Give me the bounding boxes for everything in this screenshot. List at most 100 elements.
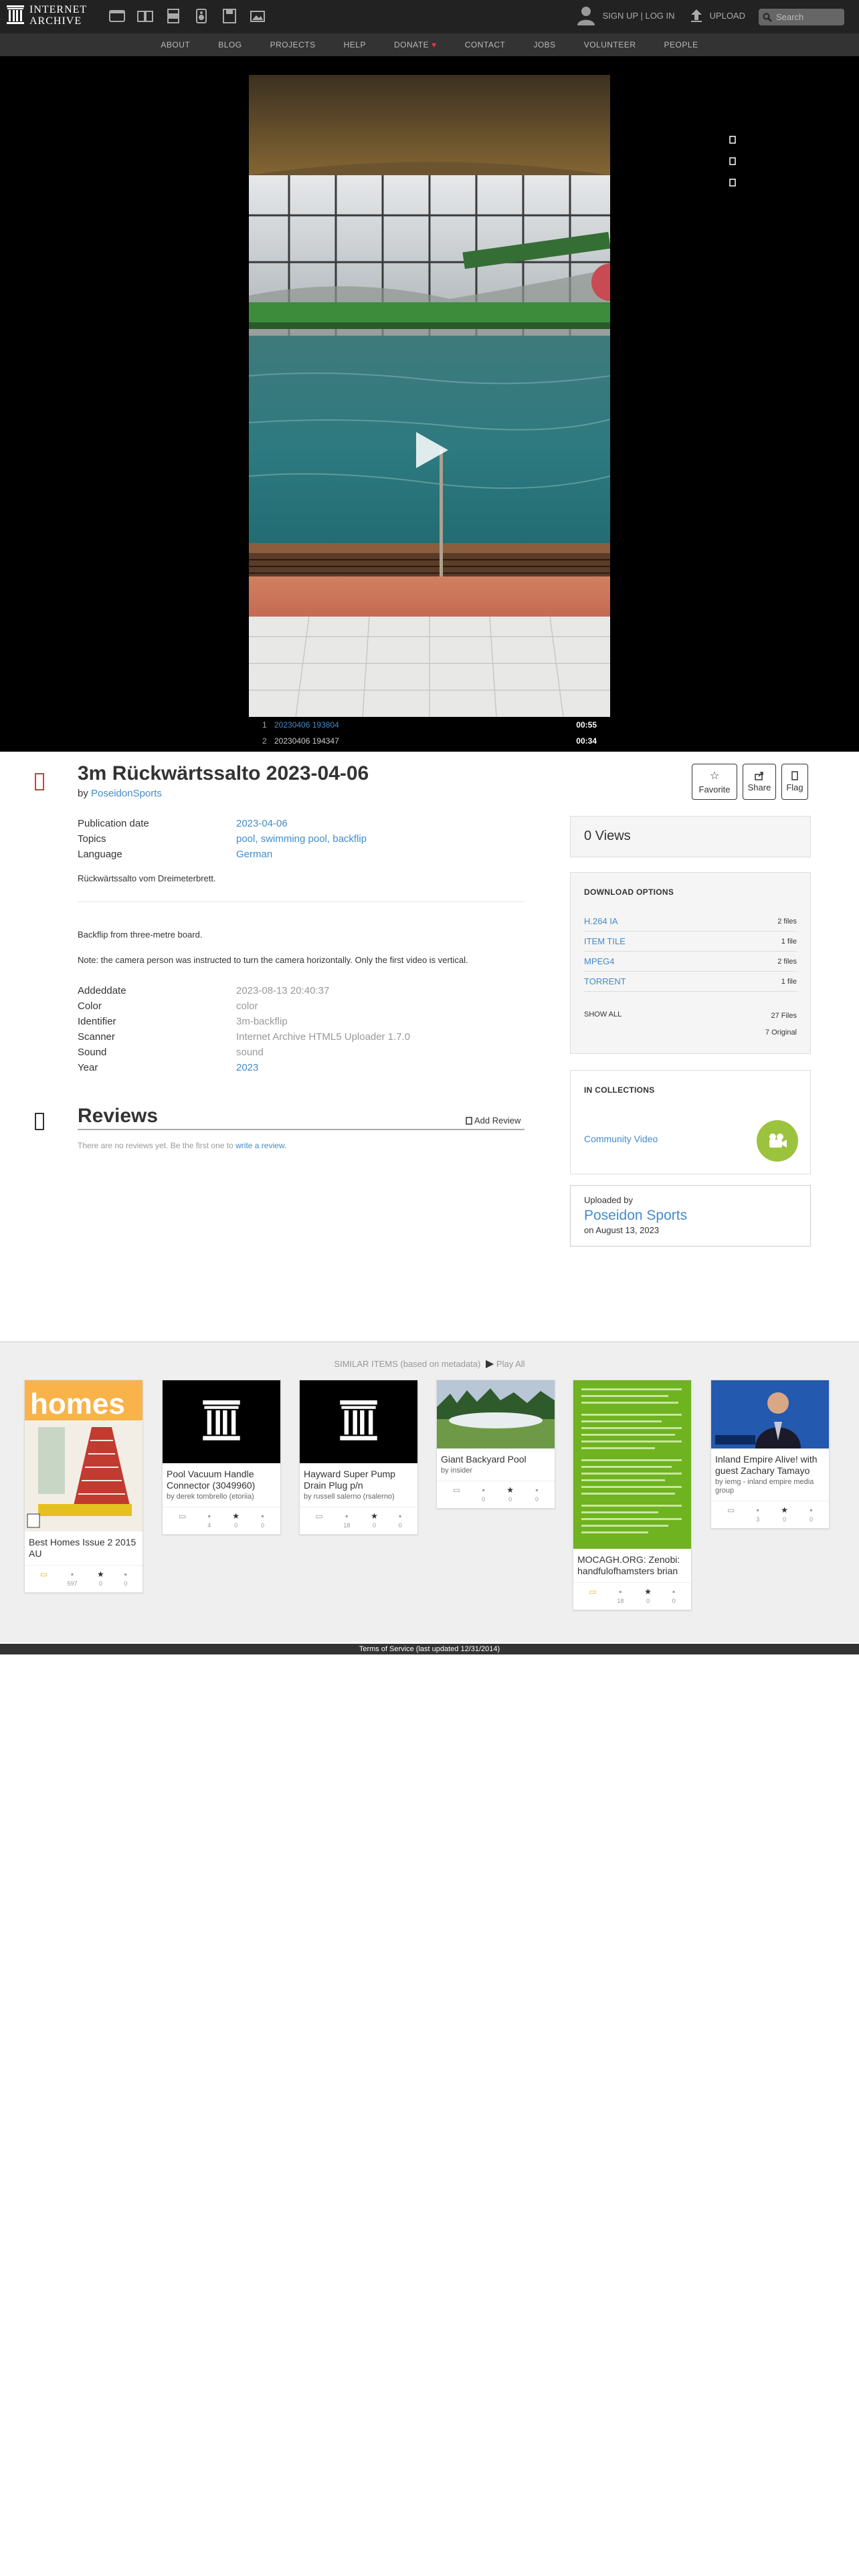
similar-tile[interactable]: Inland Empire Alive! with guest Zachary …	[710, 1380, 830, 1529]
metadata-row: Color color	[78, 998, 526, 1014]
playlist-number: 2	[262, 736, 267, 746]
nav-donate[interactable]: DONATE ♥	[394, 40, 437, 49]
video-theater: 1 20230406 193804 00:55 2 20230406 19434…	[0, 56, 859, 752]
tile-title[interactable]: Best Homes Issue 2 2015 AU	[25, 1531, 142, 1560]
upload-link[interactable]: UPLOAD	[710, 11, 745, 21]
topics-link[interactable]: pool, swimming pool, backflip	[236, 833, 367, 845]
tile-title[interactable]: Inland Empire Alive! with guest Zachary …	[711, 1448, 829, 1477]
community-video-link[interactable]: Community Video	[584, 1134, 658, 1144]
tile-title[interactable]: Hayward Super Pump Drain Plug p/n	[300, 1463, 417, 1491]
metadata-row: Language German	[78, 847, 526, 862]
tile-creator: by insider	[441, 1467, 473, 1475]
stat-reviews: 0	[260, 1522, 264, 1529]
web-icon[interactable]	[108, 7, 126, 25]
audio-icon[interactable]	[728, 135, 737, 144]
download-h264-link[interactable]: H.264 IA	[584, 916, 618, 926]
search-icon[interactable]	[763, 13, 772, 22]
add-review-button[interactable]: Add Review	[466, 1115, 520, 1125]
archive-placeholder-image	[300, 1380, 417, 1463]
pencil-icon	[466, 1116, 472, 1125]
play-button[interactable]	[416, 432, 448, 468]
nav-contact[interactable]: CONTACT	[465, 40, 506, 49]
playlist-title[interactable]: 20230406 194347	[274, 736, 576, 746]
views-icon: ▪	[482, 1485, 485, 1495]
signup-login-link[interactable]: SIGN UP | LOG IN	[603, 11, 675, 21]
community-video-badge[interactable]	[757, 1120, 798, 1162]
magazine-cover-image: homes	[25, 1380, 142, 1531]
document-icon[interactable]	[728, 156, 737, 166]
similar-tile[interactable]: homes Best Homes Issue 2 2015 AU ▭ ▪ 597 …	[24, 1380, 143, 1593]
creator-link[interactable]: PoseidonSports	[91, 788, 162, 799]
tile-title[interactable]: Giant Backyard Pool	[437, 1448, 555, 1465]
favorite-button[interactable]: ☆ Favorite	[692, 764, 737, 800]
reviews-icon: ▪	[672, 1587, 676, 1596]
uploader-name-link[interactable]: Poseidon Sports	[584, 1208, 797, 1224]
similar-tile[interactable]: Hayward Super Pump Drain Plug p/n by rus…	[299, 1380, 418, 1535]
metadata-value: Internet Archive HTML5 Uploader 1.7.0	[236, 1031, 411, 1043]
tile-title[interactable]: MOCAGH.ORG: Zenobi: handfulofhamsters br…	[573, 1549, 691, 1577]
views-icon: ▪	[756, 1505, 759, 1515]
nav-blog[interactable]: BLOG	[218, 40, 242, 49]
total-files: 27 Files	[771, 1012, 797, 1020]
publication-date-link[interactable]: 2023-04-06	[236, 818, 288, 829]
metadata-extra-list: Addeddate 2023-08-13 20:40:37 Color colo…	[78, 983, 526, 1075]
texts-icon[interactable]	[136, 7, 154, 25]
metadata-key: Topics	[78, 833, 106, 845]
tile-creator: by iemg - inland empire media group	[715, 1478, 814, 1495]
write-review-link[interactable]: write a review.	[235, 1141, 286, 1150]
internet-archive-logo[interactable]: INTERNET ARCHIVE	[7, 4, 87, 27]
favorites-icon: ★	[644, 1587, 652, 1596]
nav-volunteer[interactable]: VOLUNTEER	[584, 40, 636, 49]
similar-tile[interactable]: Giant Backyard Pool by insider ▭ ▪ 0 ★ 0 ▪…	[436, 1380, 555, 1509]
terms-of-service-link[interactable]: Terms of Service (last updated 12/31/201…	[0, 1644, 859, 1654]
stat-views: 18	[343, 1522, 351, 1529]
nav-about[interactable]: ABOUT	[161, 40, 190, 49]
mocagh-document-image	[573, 1380, 691, 1549]
upload-date: on August 13, 2023	[584, 1225, 660, 1235]
media-type-nav	[108, 7, 266, 25]
playlist-number: 1	[262, 720, 267, 730]
similar-tile[interactable]: MOCAGH.ORG: Zenobi: handfulofhamsters br…	[573, 1380, 692, 1610]
playlist-title[interactable]: 20230406 193804	[274, 720, 576, 730]
download-item-tile-link[interactable]: ITEM TILE	[584, 936, 626, 946]
archive-placeholder-image	[163, 1380, 280, 1463]
uploaded-by-label: Uploaded by	[584, 1195, 633, 1205]
nav-projects[interactable]: PROJECTS	[270, 40, 316, 49]
software-icon[interactable]	[221, 7, 238, 25]
playlist: 1 20230406 193804 00:55 2 20230406 19434…	[249, 717, 610, 752]
logo-line1: INTERNET	[29, 4, 88, 15]
reviews-icon: ▪	[398, 1511, 402, 1521]
play-all-button[interactable]: ▶ Play All	[486, 1358, 525, 1370]
playlist-item[interactable]: 1 20230406 193804 00:55	[249, 717, 610, 733]
user-avatar-icon[interactable]	[576, 5, 596, 25]
nav-people[interactable]: PEOPLE	[664, 40, 698, 49]
metadata-row: Identifier 3m-backflip	[78, 1014, 526, 1029]
video-icon[interactable]	[165, 7, 182, 25]
download-count: 2 files	[777, 917, 797, 926]
download-mpeg4-link[interactable]: MPEG4	[584, 956, 615, 966]
upload-icon[interactable]	[690, 8, 703, 23]
nav-help[interactable]: HELP	[344, 40, 366, 49]
tile-stats: ▭ ▪ 18 ★ 0 ▪ 0	[573, 1582, 691, 1610]
embed-icon[interactable]	[728, 178, 737, 187]
year-link[interactable]: 2023	[236, 1062, 258, 1073]
video-player[interactable]	[249, 75, 610, 717]
audio-icon[interactable]	[193, 7, 210, 25]
show-all-link[interactable]: SHOW ALL	[584, 1010, 622, 1041]
reviews-icon: ▪	[261, 1511, 264, 1521]
download-torrent-link[interactable]: TORRENT	[584, 976, 626, 986]
flag-button[interactable]: Flag	[781, 764, 808, 800]
similar-tile[interactable]: Pool Vacuum Handle Connector (3049960) b…	[162, 1380, 281, 1535]
flag-icon	[791, 771, 798, 780]
stat-reviews: 0	[535, 1496, 539, 1503]
language-link[interactable]: German	[236, 849, 272, 860]
search-input[interactable]	[776, 10, 843, 24]
images-icon[interactable]	[249, 7, 266, 25]
favorites-icon: ★	[371, 1511, 378, 1521]
playlist-item[interactable]: 2 20230406 194347 00:34	[249, 733, 610, 749]
download-count: 1 file	[781, 977, 797, 986]
tile-title[interactable]: Pool Vacuum Handle Connector (3049960)	[163, 1463, 280, 1491]
nav-jobs[interactable]: JOBS	[533, 40, 555, 49]
share-button[interactable]: Share	[743, 764, 776, 800]
favorites-icon: ★	[232, 1511, 240, 1521]
